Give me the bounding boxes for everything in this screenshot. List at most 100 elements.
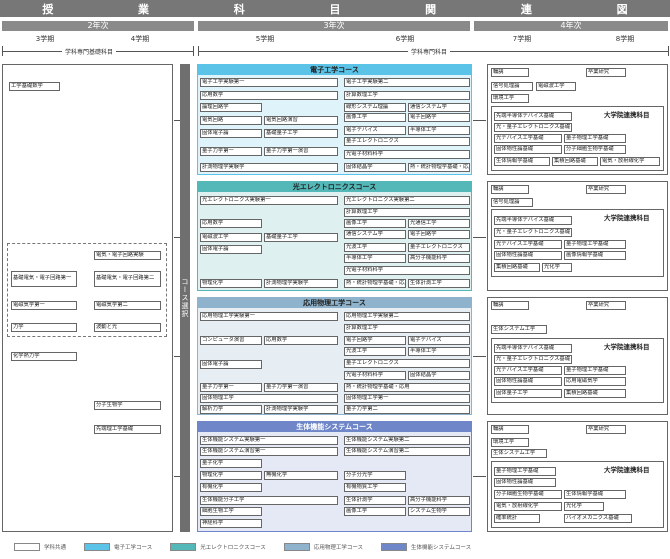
subject-box: 量子エレクトロニクス bbox=[408, 243, 470, 252]
subject-box: 電気・電子回路実験 bbox=[94, 251, 161, 260]
subject-box: 生体機能システム実験第二 bbox=[344, 436, 470, 445]
subject-box: 光電子材料科学 bbox=[344, 150, 470, 159]
subject-box: 基礎量子工学 bbox=[264, 233, 338, 242]
subject-box: 生体機能システム演習第一 bbox=[200, 447, 338, 456]
subject-box: 量子エレクトロニクス bbox=[344, 359, 470, 368]
subject-box: 生体情報学基礎 bbox=[564, 490, 626, 499]
subject-box: 生体機能システム実験第一 bbox=[200, 436, 338, 445]
subject-box: 細胞生物工学 bbox=[200, 507, 262, 516]
title-char: 目 bbox=[329, 2, 341, 16]
subject-box: 光・量子エレクトロニクス基礎 bbox=[494, 228, 572, 237]
subject-box: 固体物性論基礎 bbox=[494, 478, 556, 487]
subject-box: 量子化学 bbox=[200, 459, 262, 468]
subject-box: 基礎電気・電子回路第二 bbox=[94, 271, 161, 287]
title-char: 授 bbox=[42, 2, 54, 16]
semester-7: 7学期 bbox=[512, 35, 532, 43]
subject-box: 線形システム理論 bbox=[344, 103, 406, 112]
subject-box: 量子物理工学基礎 bbox=[494, 467, 556, 476]
subject-box: 解析力学 bbox=[200, 405, 262, 414]
subject-box: 確率統計 bbox=[494, 514, 540, 523]
subject-box: 光デバイス工学基礎 bbox=[494, 366, 562, 375]
subject-box: 光・量子エレクトロニクス基礎 bbox=[494, 123, 572, 132]
subject-box: 分子細胞生物学基礎 bbox=[494, 490, 562, 499]
subject-box: 量子力学第一演習 bbox=[264, 383, 338, 392]
subject-box: 環境工学 bbox=[491, 438, 529, 447]
subject-box: 環境工学 bbox=[491, 94, 529, 103]
subject-box: 固体電子論 bbox=[200, 360, 262, 369]
subject-box: 集積回路基礎 bbox=[564, 389, 626, 398]
subject-box: 電磁気学第二 bbox=[94, 301, 161, 310]
semester-8: 8学期 bbox=[615, 35, 635, 43]
grad-linked-label: 大学院連携科目 bbox=[604, 466, 650, 474]
subject-box: 光エレクトロニクス実験第二 bbox=[344, 196, 470, 205]
legend-item: 光エレクトロニクスコース bbox=[170, 543, 266, 551]
subject-box: 論理回路学 bbox=[200, 103, 262, 112]
major-subjects-label: 学科専門科目 bbox=[408, 47, 451, 56]
subject-box: 光波工学 bbox=[344, 243, 406, 252]
subject-box: 光・量子エレクトロニクス基礎 bbox=[494, 355, 572, 364]
subject-box: 分子分光学 bbox=[344, 471, 406, 480]
subject-box: 半導体工学 bbox=[408, 347, 470, 356]
legend-item: 学科共通 bbox=[14, 543, 66, 551]
title-char: 業 bbox=[138, 2, 150, 16]
subject-box: 基礎量子工学 bbox=[264, 129, 338, 138]
subject-box: 波動と光 bbox=[94, 323, 161, 332]
subject-box: 光デバイス工学基礎 bbox=[494, 134, 562, 143]
subject-box: 先端理工学基礎 bbox=[94, 425, 161, 434]
subject-box: 工学基礎数学 bbox=[9, 82, 60, 91]
subject-box: 基礎電気・電子回路第一 bbox=[11, 271, 77, 287]
subject-box: 物理化学 bbox=[200, 279, 262, 288]
subject-box: 熱・統計物理学基礎・応用 bbox=[344, 279, 406, 288]
subject-box: 先端半導体デバイス基礎 bbox=[494, 112, 572, 121]
subject-box: 電磁波工学 bbox=[536, 82, 576, 91]
subject-box: 輪講 bbox=[491, 68, 529, 77]
subject-box: 物理化学 bbox=[200, 471, 262, 480]
subject-box: 光波工学 bbox=[344, 347, 406, 356]
subject-box: 生体計測工学 bbox=[408, 279, 470, 288]
semester-3: 3学期 bbox=[35, 35, 55, 43]
course-title: 生体機能システムコース bbox=[197, 421, 472, 432]
subject-box: 電気回路 bbox=[200, 116, 262, 125]
subject-box: 電子回路学 bbox=[408, 113, 470, 122]
subject-box: 卒業研究 bbox=[586, 68, 626, 77]
subject-box: システム生物学 bbox=[408, 507, 470, 516]
grad-linked-label: 大学院連携科目 bbox=[604, 111, 650, 119]
basic-subjects-label: 学科専門基礎科目 bbox=[62, 47, 117, 56]
subject-box: 輪講 bbox=[491, 425, 529, 434]
subject-box: 応用物理工学実験第二 bbox=[344, 312, 470, 321]
subject-box: 光通信工学 bbox=[408, 219, 470, 228]
subject-box: 輪講 bbox=[491, 185, 529, 194]
subject-box: 固体物性論基礎 bbox=[494, 251, 562, 260]
legend: 学科共通 電子工学コース 光エレクトロニクスコース 応用物理工学コース 生体機能… bbox=[0, 537, 670, 557]
subject-box: 生体システム工学 bbox=[491, 449, 547, 458]
subject-box: 光デバイス工学基礎 bbox=[494, 240, 562, 249]
subject-box: 計算数理工学 bbox=[344, 324, 470, 333]
subject-box: 輪講 bbox=[491, 301, 529, 310]
title-banner: 授 業 科 目 関 連 図 bbox=[0, 0, 670, 17]
subject-box: 電子デバイス bbox=[344, 126, 406, 135]
subject-box: 画像工学 bbox=[344, 507, 406, 516]
subject-box: 電子デバイス bbox=[408, 336, 470, 345]
subject-box: 卒業研究 bbox=[586, 301, 626, 310]
course-title: 光エレクトロニクスコース bbox=[197, 181, 472, 192]
subject-box: 高分子機能科学 bbox=[408, 254, 470, 263]
title-char: 連 bbox=[520, 2, 532, 16]
subject-box: 量子物理工学基礎 bbox=[564, 240, 626, 249]
subject-box: 集積回路基礎 bbox=[552, 157, 598, 166]
subject-box: 生体機能システム演習第二 bbox=[344, 447, 470, 456]
subject-box: 信号処理論 bbox=[491, 82, 533, 91]
year-4: 4年次 bbox=[474, 21, 668, 31]
subject-box: 計算数理工学 bbox=[344, 91, 470, 100]
subject-box: 固体結晶学 bbox=[408, 371, 470, 380]
subject-box: コンピュータ演習 bbox=[200, 336, 262, 345]
year-3: 3年次 bbox=[198, 21, 470, 31]
subject-box: 電子回路学 bbox=[344, 336, 406, 345]
subject-box: 有機化学 bbox=[200, 483, 262, 492]
subject-box: 先端半導体デバイス基礎 bbox=[494, 344, 572, 353]
subject-box: 卒業研究 bbox=[586, 185, 626, 194]
subject-box: 画像情報学基礎 bbox=[564, 251, 626, 260]
subject-box: 無機化学 bbox=[264, 471, 338, 480]
grad-linked-label: 大学院連携科目 bbox=[604, 343, 650, 351]
subject-box: 半導体工学 bbox=[344, 254, 406, 263]
subject-box: 光電子材料科学 bbox=[344, 371, 406, 380]
